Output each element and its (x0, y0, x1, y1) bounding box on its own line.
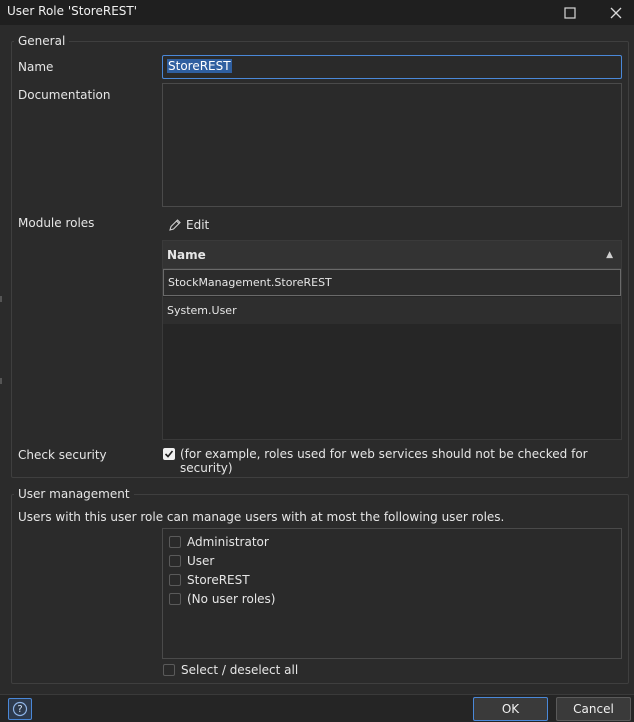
role-label: StoreREST (187, 573, 250, 587)
manageable-roles-list: Administrator User StoreREST (No user ro… (162, 528, 622, 659)
documentation-label: Documentation (18, 88, 111, 102)
select-all-checkbox[interactable] (163, 664, 175, 676)
maximize-icon (564, 6, 576, 19)
table-row[interactable]: System.User (163, 297, 621, 324)
check-security-checkbox[interactable] (163, 448, 175, 460)
list-item[interactable]: StoreREST (169, 572, 250, 588)
row-name-cell: System.User (167, 304, 237, 317)
role-checkbox[interactable] (169, 536, 181, 548)
user-management-description: Users with this user role can manage use… (18, 510, 505, 524)
check-security-hint: (for example, roles used for web service… (180, 447, 588, 475)
check-security-label: Check security (18, 448, 107, 462)
close-icon (610, 7, 622, 18)
select-all-toggle[interactable]: Select / deselect all (163, 663, 298, 677)
role-checkbox[interactable] (169, 555, 181, 567)
pencil-icon (169, 219, 181, 231)
splitter-handle (0, 378, 2, 384)
documentation-textarea[interactable] (162, 83, 622, 207)
module-roles-grid: Name ▲ StockManagement.StoreREST System.… (162, 240, 622, 440)
name-label: Name (18, 60, 54, 74)
select-all-label: Select / deselect all (181, 663, 299, 677)
module-roles-label: Module roles (18, 216, 95, 230)
window-title: User Role 'StoreREST' (7, 4, 138, 18)
maximize-button[interactable] (550, 0, 590, 25)
column-header-label: Name (167, 247, 206, 262)
list-item[interactable]: (No user roles) (169, 591, 275, 607)
edit-module-roles-button[interactable]: Edit (168, 215, 209, 235)
role-checkbox[interactable] (169, 574, 181, 586)
checkmark-icon (164, 450, 174, 458)
help-button[interactable]: ? (8, 698, 32, 720)
sort-ascending-icon: ▲ (606, 250, 613, 260)
help-label: ? (17, 703, 23, 715)
role-checkbox[interactable] (169, 593, 181, 605)
cancel-button[interactable]: Cancel (556, 697, 631, 721)
list-item[interactable]: User (169, 553, 214, 569)
table-row[interactable]: StockManagement.StoreREST (163, 269, 621, 296)
grid-column-header-name[interactable]: Name ▲ (163, 241, 621, 269)
edit-label: Edit (186, 218, 210, 232)
title-bar: User Role 'StoreREST' (0, 0, 634, 25)
role-label: Administrator (187, 535, 269, 549)
list-item[interactable]: Administrator (169, 534, 269, 550)
name-input-value: StoreREST (167, 59, 232, 73)
user-management-legend: User management (14, 487, 134, 501)
splitter-handle (0, 296, 2, 302)
role-label: User (187, 554, 215, 568)
row-name-cell: StockManagement.StoreREST (168, 276, 332, 289)
general-legend: General (14, 34, 70, 48)
name-input[interactable]: StoreREST (162, 55, 622, 79)
role-label: (No user roles) (187, 592, 276, 606)
close-button[interactable] (596, 0, 634, 25)
ok-button[interactable]: OK (473, 697, 548, 721)
